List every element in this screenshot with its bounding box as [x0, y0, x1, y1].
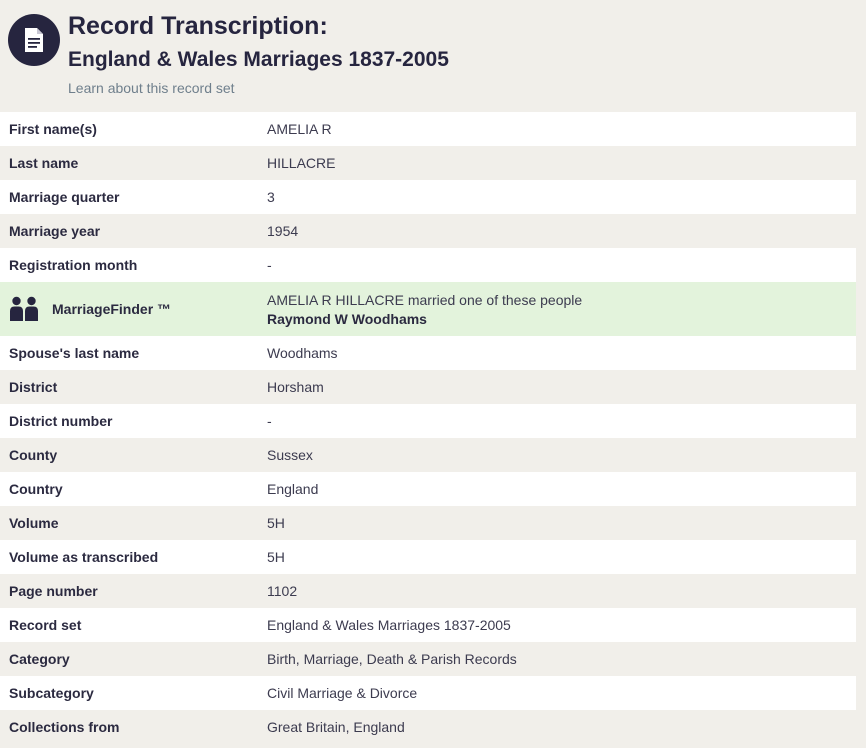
field-value: Horsham — [267, 379, 324, 395]
record-row-district: District Horsham — [0, 370, 856, 404]
field-value: Birth, Marriage, Death & Parish Records — [267, 651, 517, 667]
field-value: England — [267, 481, 319, 497]
field-label: District — [9, 379, 58, 395]
document-icon — [8, 14, 60, 66]
spouse-name-link[interactable]: Raymond W Woodhams — [267, 311, 582, 327]
field-label: First name(s) — [9, 121, 97, 137]
field-value: - — [267, 413, 272, 429]
field-label: Volume — [9, 515, 59, 531]
field-label: Category — [9, 651, 70, 667]
record-row-marriage-year: Marriage year 1954 — [0, 214, 856, 248]
field-label: Marriage quarter — [9, 189, 120, 205]
record-row-page-number: Page number 1102 — [0, 574, 856, 608]
field-value: 1102 — [267, 583, 298, 599]
field-label: Record set — [9, 617, 82, 633]
field-label: Last name — [9, 155, 79, 171]
record-row-record-set: Record set England & Wales Marriages 1837… — [0, 608, 856, 642]
record-row-spouse-s-last-name: Spouse's last name Woodhams — [0, 336, 856, 370]
field-value: - — [267, 257, 272, 273]
record-row-volume: Volume 5H — [0, 506, 856, 540]
record-row-country: Country England — [0, 472, 856, 506]
record-row-marriage-quarter: Marriage quarter 3 — [0, 180, 856, 214]
record-row-collections-from: Collections from Great Britain, England — [0, 710, 856, 744]
field-label: Collections from — [9, 719, 120, 735]
record-row-category: Category Birth, Marriage, Death & Parish … — [0, 642, 856, 676]
field-value: 3 — [267, 189, 275, 205]
field-value: England & Wales Marriages 1837-2005 — [267, 617, 511, 633]
transcription-table: First name(s) AMELIA R Last name HILLACRE Ma… — [0, 112, 856, 744]
field-value: Great Britain, England — [267, 719, 405, 735]
field-value: 5H — [267, 549, 285, 565]
record-row-last-name: Last name HILLACRE — [0, 146, 856, 180]
record-row-county: County Sussex — [0, 438, 856, 472]
field-label: Page number — [9, 583, 98, 599]
marriage-finder-row: MarriageFinder ™ AMELIA R HILLACRE marri… — [0, 282, 856, 336]
field-value: Sussex — [267, 447, 313, 463]
field-value: AMELIA R — [267, 121, 332, 137]
field-value: 1954 — [267, 223, 299, 239]
record-row-first-name-s: First name(s) AMELIA R — [0, 112, 856, 146]
learn-about-record-set-link[interactable]: Learn about this record set — [68, 80, 235, 96]
record-set-subtitle: England & Wales Marriages 1837-2005 — [68, 48, 449, 71]
field-label: Country — [9, 481, 63, 497]
field-value: Civil Marriage & Divorce — [267, 685, 418, 701]
marriage-finder-description: AMELIA R HILLACRE married one of these p… — [267, 291, 583, 308]
record-row-volume-as-transcribed: Volume as transcribed 5H — [0, 540, 856, 574]
field-label: Marriage year — [9, 223, 101, 239]
field-label: County — [9, 447, 58, 463]
people-icon — [10, 296, 38, 321]
page-margin — [856, 0, 866, 748]
field-label: Volume as transcribed — [9, 549, 159, 565]
field-value: 5H — [267, 515, 285, 531]
record-row-subcategory: Subcategory Civil Marriage & Divorce — [0, 676, 856, 710]
marriage-finder-label: MarriageFinder ™ — [52, 301, 172, 317]
field-label: Registration month — [9, 257, 138, 273]
field-label: District number — [9, 413, 113, 429]
field-value: HILLACRE — [267, 155, 336, 171]
field-value: Woodhams — [267, 345, 338, 361]
field-label: Subcategory — [9, 685, 94, 701]
page-header: Record Transcription: England & Wales Ma… — [0, 0, 866, 112]
record-row-district-number: District number - — [0, 404, 856, 438]
field-label: Spouse's last name — [9, 345, 140, 361]
record-row-registration-month: Registration month - — [0, 248, 856, 282]
page-title: Record Transcription: — [68, 12, 328, 40]
